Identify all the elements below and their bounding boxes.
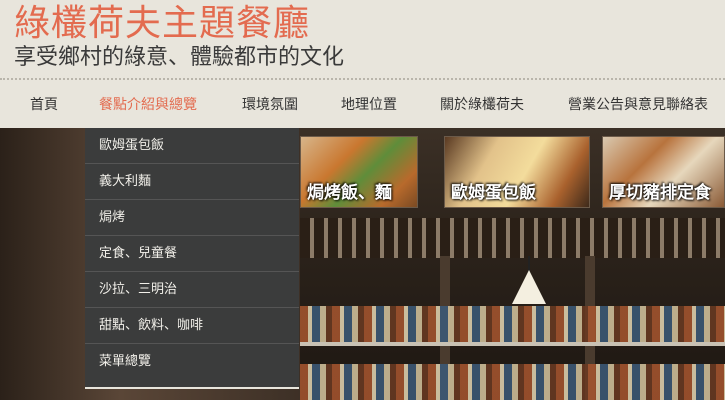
food-banner-omurice[interactable]: 歐姆蛋包飯 (444, 136, 590, 208)
nav-item-location[interactable]: 地理位置 (341, 82, 397, 128)
dropdown-item-full-menu[interactable]: 菜單總覽 (85, 344, 299, 380)
ceiling-slats (300, 218, 725, 258)
lamp-shade (512, 270, 546, 304)
bottle-shelf-lower (300, 364, 725, 400)
nav-item-announcements-contact[interactable]: 營業公告與意見聯絡表 (568, 82, 708, 128)
banner-label-omurice: 歐姆蛋包飯 (451, 183, 536, 203)
nav-item-environment[interactable]: 環境氛圍 (242, 82, 298, 128)
site-subtitle: 享受鄉村的綠意、體驗都市的文化 (14, 45, 345, 70)
food-banner-gratin[interactable]: 焗烤飯、麵 (300, 136, 418, 208)
bottle-shelf-upper (300, 306, 725, 342)
main-nav: 首頁 餐點介紹與總覽 環境氛圍 地理位置 關於綠欉荷夫 營業公告與意見聯絡表 (0, 82, 725, 128)
dropdown-item-pasta[interactable]: 義大利麵 (85, 164, 299, 200)
site-header: 綠欉荷夫主題餐廳 享受鄉村的綠意、體驗都市的文化 (0, 0, 725, 78)
nav-item-home[interactable]: 首頁 (30, 82, 58, 128)
shelf-upper (300, 342, 725, 346)
nav-item-menu-overview[interactable]: 餐點介紹與總覽 (99, 82, 197, 128)
pendant-lamp (512, 256, 546, 306)
site-title[interactable]: 綠欉荷夫主題餐廳 (14, 2, 310, 46)
dropdown-item-gratin[interactable]: 焗烤 (85, 200, 299, 236)
header-divider (0, 78, 725, 80)
dropdown-item-salad-sandwich[interactable]: 沙拉、三明治 (85, 272, 299, 308)
banner-label-pork-cutlet: 厚切豬排定食 (609, 183, 711, 203)
dropdown-item-dessert-drinks[interactable]: 甜點、飲料、咖啡 (85, 308, 299, 344)
food-banner-pork-cutlet[interactable]: 厚切豬排定食 (602, 136, 725, 208)
menu-dropdown: 歐姆蛋包飯 義大利麵 焗烤 定食、兒童餐 沙拉、三明治 甜點、飲料、咖啡 菜單總… (85, 128, 299, 389)
dropdown-item-omurice[interactable]: 歐姆蛋包飯 (85, 128, 299, 164)
banner-label-gratin: 焗烤飯、麵 (307, 183, 392, 203)
dropdown-item-set-meals[interactable]: 定食、兒童餐 (85, 236, 299, 272)
nav-item-about[interactable]: 關於綠欉荷夫 (440, 82, 524, 128)
